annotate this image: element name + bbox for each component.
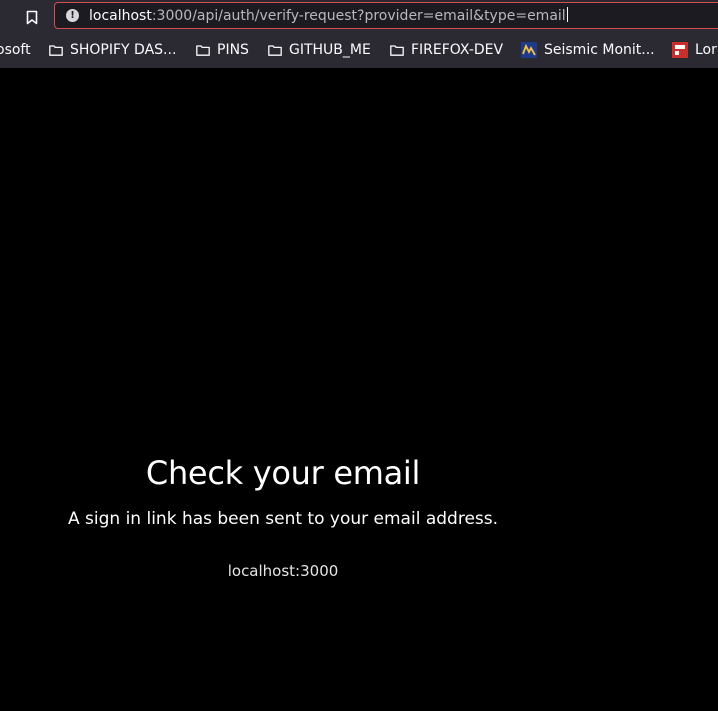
bookmark-lor[interactable]: Lor [672, 40, 717, 60]
verify-request-card: Check your email A sign in link has been… [0, 453, 566, 581]
seismic-site-icon [521, 42, 537, 58]
bookmark-label: GITHUB_ME [289, 42, 371, 58]
bookmark-page-button[interactable] [20, 6, 44, 28]
folder-icon [390, 44, 404, 56]
bookmark-label: PINS [217, 42, 249, 58]
page-title: Check your email [145, 454, 421, 492]
browser-toolbar: ! localhost:3000/api/auth/verify-request… [0, 0, 718, 68]
bookmark-icon [26, 10, 38, 24]
bookmark-folder-shopify[interactable]: SHOPIFY DAS... [49, 40, 176, 60]
url-host: localhost [89, 8, 152, 24]
red-site-icon [672, 42, 688, 58]
folder-icon [268, 44, 282, 56]
site-info-icon[interactable]: ! [66, 9, 79, 22]
bookmark-folder-pins[interactable]: PINS [196, 40, 249, 60]
bookmarks-toolbar: osoft SHOPIFY DAS... PINS GITHUB_ME FIRE [0, 34, 718, 66]
url-path: :3000/api/auth/verify-request?provider=e… [151, 8, 566, 24]
text-caret [566, 7, 568, 22]
bookmark-label: Seismic Monit... [544, 42, 655, 58]
bookmark-label: Lor [695, 42, 717, 58]
bookmark-seismic-monitor[interactable]: Seismic Monit... [521, 40, 655, 60]
bookmark-label: FIREFOX-DEV [411, 42, 504, 58]
bookmark-folder-firefox-dev[interactable]: FIREFOX-DEV [390, 40, 503, 60]
site-home-link[interactable]: localhost:3000 [228, 561, 339, 581]
verification-message: A sign in link has been sent to your ema… [67, 509, 499, 529]
folder-icon [196, 44, 210, 56]
bookmark-label: osoft [0, 42, 31, 58]
bookmark-folder-github[interactable]: GITHUB_ME [268, 40, 371, 60]
url-text[interactable]: localhost:3000/api/auth/verify-request?p… [89, 7, 568, 25]
navigation-bar: ! localhost:3000/api/auth/verify-request… [0, 0, 718, 34]
bookmark-label: SHOPIFY DAS... [70, 42, 177, 58]
address-bar[interactable]: ! localhost:3000/api/auth/verify-request… [54, 2, 718, 29]
bookmark-item-microsoft[interactable]: osoft [0, 40, 31, 60]
folder-icon [49, 44, 63, 56]
page-content: Check your email A sign in link has been… [0, 68, 718, 711]
